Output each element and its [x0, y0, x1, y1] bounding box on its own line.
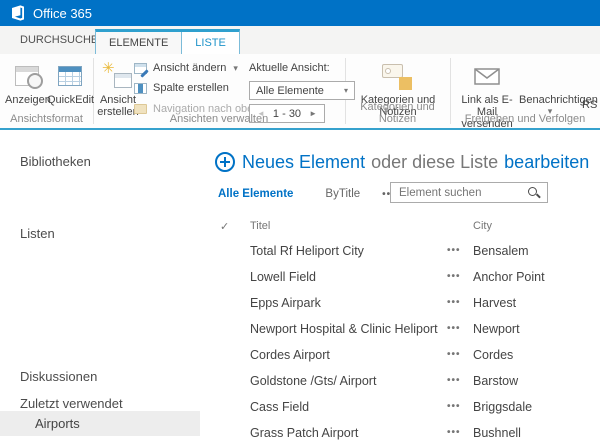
row-title[interactable]: Epps Airpark [250, 290, 321, 316]
row-city: Bensalem [473, 238, 529, 264]
group-label-ansichtsformat: Ansichtsformat [0, 113, 93, 125]
row-menu-ellipsis[interactable]: ••• [447, 264, 461, 290]
row-title[interactable]: Total Rf Heliport City [250, 238, 364, 264]
sidebar-item-zuletzt-verwendet[interactable]: Zuletzt verwendet [20, 396, 123, 411]
ribbon-tab-row: DURCHSUCHEN ELEMENTE LISTE [0, 26, 600, 54]
chevron-down-icon: ▾ [344, 86, 348, 95]
modify-view-button[interactable]: Ansicht ändern ▾ [134, 62, 238, 74]
row-city: Briggsdale [473, 394, 532, 420]
sidebar-item-bibliotheken[interactable]: Bibliotheken [20, 154, 91, 169]
row-title[interactable]: Cordes Airport [250, 342, 330, 368]
table-row[interactable]: Lowell Field ••• Anchor Point [215, 264, 600, 290]
search-box [390, 182, 548, 203]
tag-icon [382, 62, 414, 90]
search-input[interactable] [391, 187, 527, 199]
sidebar-item-diskussionen[interactable]: Diskussionen [20, 369, 97, 384]
row-menu-ellipsis[interactable]: ••• [447, 342, 461, 368]
row-city: Cordes [473, 342, 513, 368]
column-header-titel[interactable]: Titel [250, 220, 270, 232]
sidebar-item-listen[interactable]: Listen [20, 226, 55, 241]
tab-elemente[interactable]: ELEMENTE [96, 32, 182, 54]
row-title[interactable]: Lowell Field [250, 264, 316, 290]
table-row[interactable]: Total Rf Heliport City ••• Bensalem [215, 238, 600, 264]
row-menu-ellipsis[interactable]: ••• [447, 394, 461, 420]
quickedit-button[interactable]: QuickEdit [47, 58, 93, 106]
brand-title: Office 365 [33, 6, 92, 21]
plus-circle-icon[interactable] [215, 152, 235, 172]
create-view-button[interactable]: ✳ Ansicht erstellen [97, 58, 139, 118]
quickedit-grid-icon [58, 66, 82, 86]
new-item-middle-text: oder diese Liste [371, 152, 498, 173]
row-menu-ellipsis[interactable]: ••• [447, 420, 461, 442]
view-bytitle[interactable]: ByTitle [325, 188, 360, 200]
table-row[interactable]: Goldstone /Gts/ Airport ••• Barstow [215, 368, 600, 394]
row-menu-ellipsis[interactable]: ••• [447, 368, 461, 394]
view-alle-elemente[interactable]: Alle Elemente [218, 188, 293, 200]
group-label-freigeben: Freigeben und Verfolgen [450, 113, 600, 125]
view-selector-row: Alle Elemente ByTitle ••• [218, 186, 396, 202]
tab-durchsuchen[interactable]: DURCHSUCHEN [20, 34, 106, 46]
group-label-ansichten-verwalten: Ansichten verwalten [93, 113, 345, 125]
row-city: Bushnell [473, 420, 521, 442]
table-header: ✓ Titel City [215, 218, 600, 238]
office-logo-icon [10, 5, 26, 21]
view-table-icon [15, 66, 39, 86]
group-label-kategorien: Kategorien und Notizen [345, 101, 450, 125]
table-row[interactable]: Grass Patch Airport ••• Bushnell [215, 420, 600, 442]
sharepoint-list-page: Office 365 DURCHSUCHEN ELEMENTE LISTE An… [0, 0, 600, 442]
rss-button-partial[interactable]: RS [582, 99, 597, 111]
create-column-button[interactable]: Spalte erstellen [134, 82, 229, 94]
modify-view-icon [134, 63, 147, 74]
row-title[interactable]: Goldstone /Gts/ Airport [250, 368, 376, 394]
row-title[interactable]: Cass Field [250, 394, 309, 420]
current-view-label: Aktuelle Ansicht: [249, 62, 330, 74]
row-menu-ellipsis[interactable]: ••• [447, 316, 461, 342]
row-city: Harvest [473, 290, 516, 316]
search-icon[interactable] [527, 186, 541, 200]
row-city: Barstow [473, 368, 518, 394]
tab-liste[interactable]: LISTE [182, 32, 239, 54]
table-row[interactable]: Epps Airpark ••• Harvest [215, 290, 600, 316]
chevron-down-icon: ▾ [233, 63, 238, 74]
new-item-bar: Neues Element oder diese Liste bearbeite… [215, 150, 589, 174]
contextual-tab-group: ELEMENTE LISTE [95, 29, 240, 57]
select-all-check-icon[interactable]: ✓ [220, 220, 229, 233]
row-menu-ellipsis[interactable]: ••• [447, 290, 461, 316]
alert-me-button[interactable]: Benachrichtigen ▾ [519, 58, 581, 117]
table-body: Total Rf Heliport City ••• Bensalem Lowe… [215, 238, 600, 442]
current-view-dropdown[interactable]: Alle Elemente ▾ [249, 81, 355, 100]
row-title[interactable]: Grass Patch Airport [250, 420, 358, 442]
suite-bar: Office 365 [0, 0, 600, 26]
row-city: Anchor Point [473, 264, 545, 290]
ribbon: Anzeigen QuickEdit Ansichtsformat ✳ Ansi… [0, 54, 600, 130]
table-row[interactable]: Cordes Airport ••• Cordes [215, 342, 600, 368]
anzeigen-button[interactable]: Anzeigen [5, 58, 48, 106]
table-row[interactable]: Newport Hospital & Clinic Heliport ••• N… [215, 316, 600, 342]
column-header-city[interactable]: City [473, 220, 492, 232]
table-row[interactable]: Cass Field ••• Briggsdale [215, 394, 600, 420]
new-item-link[interactable]: Neues Element [242, 152, 365, 173]
row-title[interactable]: Newport Hospital & Clinic Heliport [250, 316, 438, 342]
envelope-icon [474, 68, 500, 85]
row-menu-ellipsis[interactable]: ••• [447, 238, 461, 264]
create-column-icon [134, 83, 147, 94]
sidebar-item-airports[interactable]: Airports [0, 411, 200, 436]
row-city: Newport [473, 316, 520, 342]
edit-list-link[interactable]: bearbeiten [504, 152, 589, 173]
bell-icon [541, 65, 559, 87]
create-view-icon: ✳ [104, 64, 132, 88]
